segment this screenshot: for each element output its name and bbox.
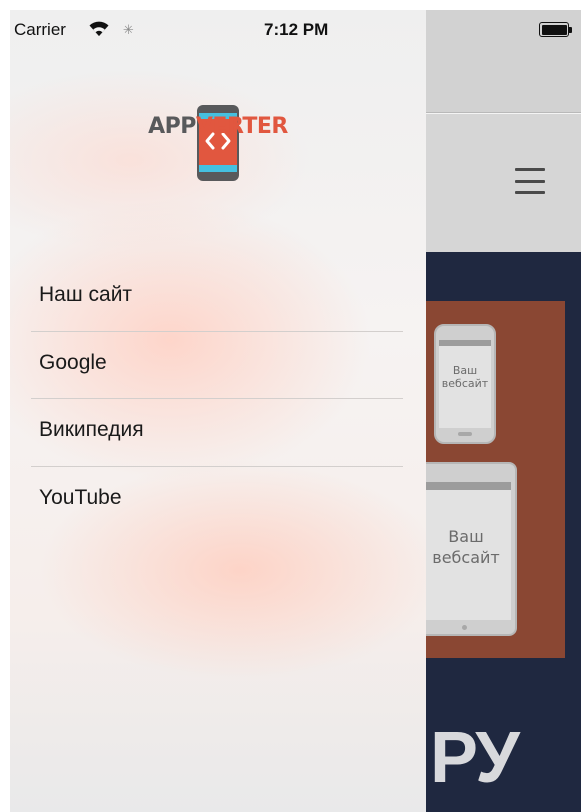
battery-icon xyxy=(539,22,572,37)
side-drawer: APPVERTER Наш сайт Google Википедия YouT… xyxy=(10,10,426,812)
logo-wordmark: APPVERTER xyxy=(10,114,426,139)
activity-spinner-icon: ✳ xyxy=(123,22,134,37)
phone-mockup-text: Ваш вебсайт xyxy=(441,364,489,390)
status-time: 7:12 PM xyxy=(264,20,329,39)
carrier-label: Carrier xyxy=(14,20,66,39)
phone-mockup: Ваш вебсайт xyxy=(434,324,496,444)
menu-item-wikipedia[interactable]: Википедия xyxy=(31,399,403,467)
wifi-icon xyxy=(89,21,109,36)
menu-item-google[interactable]: Google xyxy=(31,332,403,399)
logo-text-app: APP xyxy=(148,114,196,139)
menu-item-youtube[interactable]: YouTube xyxy=(31,467,403,535)
app-screen: Ваш вебсайт Ваш вебсайт РУ APPVERTER Наш… xyxy=(10,10,581,812)
menu-item-our-site[interactable]: Наш сайт xyxy=(31,264,403,332)
background-big-text: РУ xyxy=(430,718,520,798)
status-bar: Carrier ✳ 7:12 PM xyxy=(10,10,581,50)
hamburger-icon[interactable] xyxy=(515,168,545,194)
logo-text-verter: VERTER xyxy=(195,114,288,139)
tablet-mockup-text: Ваш вебсайт xyxy=(432,527,500,567)
tablet-mockup: Ваш вебсайт xyxy=(415,462,517,636)
drawer-menu: Наш сайт Google Википедия YouTube xyxy=(31,264,403,534)
